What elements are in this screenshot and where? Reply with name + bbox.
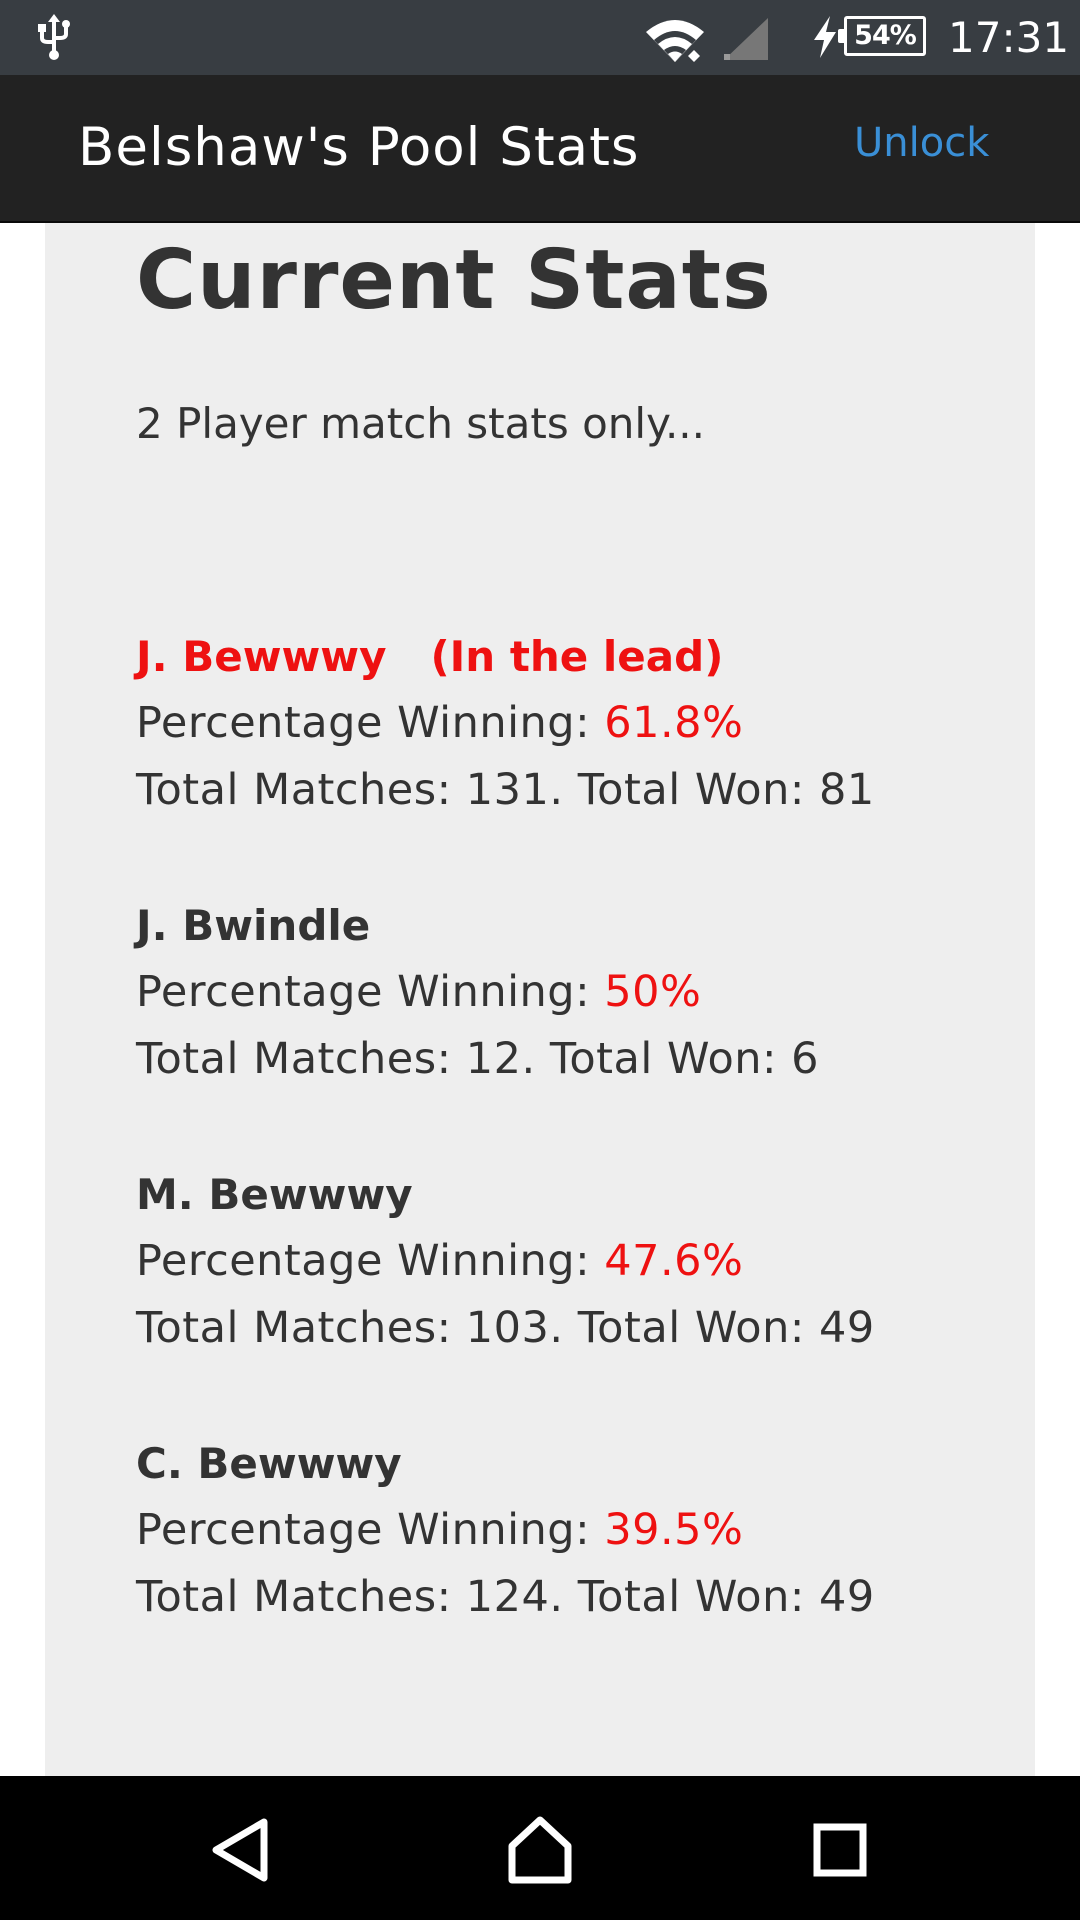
player-card: M. Bewwwy Percentage Winning: 47.6% Tota… xyxy=(136,1161,996,1362)
percentage-row: Percentage Winning: 61.8% xyxy=(136,690,996,757)
back-triangle-icon[interactable] xyxy=(200,1810,280,1890)
percentage-label: Percentage Winning: xyxy=(136,1236,605,1286)
usb-icon xyxy=(38,14,70,60)
percentage-value: 39.5% xyxy=(604,1505,744,1555)
battery-indicator: 54% xyxy=(838,16,926,56)
percentage-row: Percentage Winning: 47.6% xyxy=(136,1228,996,1295)
lead-badge: (In the lead) xyxy=(430,632,724,681)
player-card: C. Bewwwy Percentage Winning: 39.5% Tota… xyxy=(136,1430,996,1631)
percentage-row: Percentage Winning: 39.5% xyxy=(136,1497,996,1564)
unlock-button[interactable]: Unlock xyxy=(854,120,989,166)
percentage-label: Percentage Winning: xyxy=(136,1505,605,1555)
status-bar: 54% 17:31 xyxy=(0,0,1080,75)
percentage-label: Percentage Winning: xyxy=(136,698,605,748)
stats-panel: Current Stats 2 Player match stats only.… xyxy=(45,223,1035,1776)
percentage-value: 61.8% xyxy=(604,698,744,748)
wifi-icon xyxy=(646,20,704,62)
percentage-row: Percentage Winning: 50% xyxy=(136,959,996,1026)
totals-row: Total Matches: 124. Total Won: 49 xyxy=(136,1572,875,1622)
recent-apps-icon[interactable] xyxy=(800,1810,880,1890)
percentage-value: 47.6% xyxy=(604,1236,744,1286)
player-name: M. Bewwwy xyxy=(136,1170,413,1219)
player-name: J. Bwindle xyxy=(136,901,371,950)
player-card: J. Bewwwy (In the lead) Percentage Winnin… xyxy=(136,623,996,824)
percentage-value: 50% xyxy=(604,967,702,1017)
lightning-bolt-icon xyxy=(814,16,836,58)
home-icon[interactable] xyxy=(500,1810,580,1890)
app-bar: Belshaw's Pool Stats Unlock xyxy=(0,75,1080,223)
cell-signal-icon xyxy=(724,18,768,60)
percentage-label: Percentage Winning: xyxy=(136,967,605,1017)
player-name: C. Bewwwy xyxy=(136,1439,402,1488)
system-nav-bar xyxy=(0,1776,1080,1920)
totals-row: Total Matches: 131. Total Won: 81 xyxy=(136,765,875,815)
page-title: Current Stats xyxy=(136,233,772,328)
player-name: J. Bewwwy xyxy=(136,632,387,681)
player-card: J. Bwindle Percentage Winning: 50% Total… xyxy=(136,892,996,1093)
player-name-row: J. Bewwwy (In the lead) xyxy=(136,623,996,690)
totals-row: Total Matches: 103. Total Won: 49 xyxy=(136,1303,875,1353)
app-title: Belshaw's Pool Stats xyxy=(78,117,640,178)
screen: 54% 17:31 Belshaw's Pool Stats Unlock Cu… xyxy=(0,0,1080,1920)
totals-row: Total Matches: 12. Total Won: 6 xyxy=(136,1034,820,1084)
status-clock: 17:31 xyxy=(948,13,1070,62)
page-subtitle: 2 Player match stats only... xyxy=(136,399,705,448)
